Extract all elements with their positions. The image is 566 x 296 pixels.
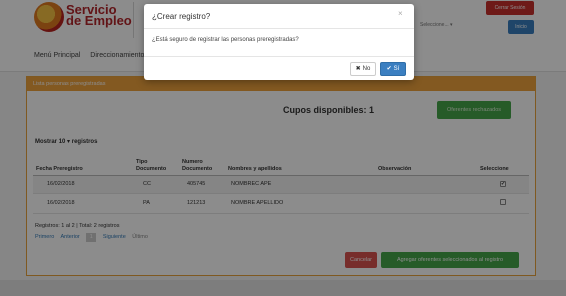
- dialog-divider-bottom: [144, 56, 414, 57]
- check-icon: ✔: [386, 66, 392, 72]
- x-icon: ✖: [355, 66, 361, 72]
- yes-label: Sí: [393, 66, 400, 72]
- dialog-message: ¿Está seguro de registrar las personas p…: [152, 37, 299, 43]
- no-label: No: [362, 66, 371, 72]
- confirm-dialog: ¿Crear registro? × ¿Está seguro de regis…: [144, 4, 414, 80]
- no-button[interactable]: ✖ No: [350, 62, 376, 76]
- yes-button[interactable]: ✔ Sí: [380, 62, 406, 76]
- dialog-title: ¿Crear registro?: [152, 12, 211, 21]
- dialog-divider-top: [144, 28, 414, 29]
- close-icon[interactable]: ×: [398, 9, 403, 18]
